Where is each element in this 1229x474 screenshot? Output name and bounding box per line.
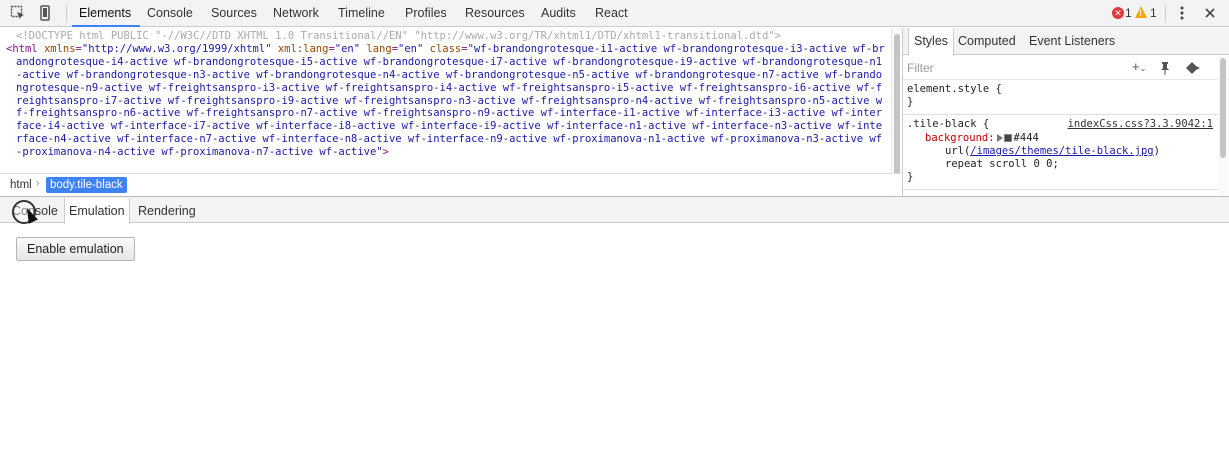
expand-triangle-icon[interactable] — [996, 134, 1003, 142]
chevron-right-icon: › — [36, 178, 40, 189]
breadcrumb-body[interactable]: body.tile-black — [46, 177, 127, 193]
html-tag-close: > — [382, 146, 389, 159]
attr-xmlns-value: "http://www.w3.org/1999/xhtml" — [81, 42, 272, 55]
background-declaration[interactable]: background: #444 — [925, 132, 1039, 145]
elements-scrollbar-thumb[interactable] — [894, 34, 900, 184]
tab-event-listeners[interactable]: Event Listeners — [1024, 28, 1120, 55]
tab-styles[interactable]: Styles — [908, 28, 955, 56]
doctype-node[interactable]: <!DOCTYPE html PUBLIC "-//W3C//DTD XHTML… — [6, 30, 888, 43]
more-options-icon[interactable] — [1174, 5, 1190, 21]
inspect-element-icon[interactable] — [10, 5, 26, 21]
pin-icon[interactable] — [1159, 58, 1171, 76]
new-style-rule-icon[interactable]: +⌄ — [1132, 58, 1146, 76]
dom-tree-code: <!DOCTYPE html PUBLIC "-//W3C//DTD XHTML… — [6, 30, 888, 159]
devtools-toolbar: Elements Console Sources Network Timelin… — [0, 0, 1229, 27]
styles-scrollbar[interactable] — [1218, 56, 1228, 196]
breadcrumb-html[interactable]: html — [6, 177, 36, 193]
enable-emulation-button[interactable]: Enable emulation — [16, 237, 135, 261]
error-icon[interactable]: ✕ — [1112, 7, 1124, 19]
background-image-link[interactable]: /images/themes/tile-black.jpg — [970, 145, 1153, 157]
color-swatch[interactable] — [1003, 134, 1012, 142]
tab-audits[interactable]: Audits — [541, 0, 576, 27]
tab-resources[interactable]: Resources — [465, 0, 525, 27]
attr-xmlns-name: xmlns — [43, 42, 76, 55]
tile-black-close: } — [907, 171, 914, 183]
attr-lang-value: "en" — [398, 42, 424, 55]
styles-sidebar: Styles Computed Event Listeners +⌄ eleme… — [902, 28, 1229, 196]
emulation-panel: Enable emulation — [0, 224, 1229, 474]
tab-console[interactable]: Console — [147, 0, 193, 27]
warning-count[interactable]: 1 — [1150, 0, 1157, 27]
warning-icon-mark: ! — [1139, 8, 1142, 18]
element-style-selector[interactable]: element.style { — [907, 83, 1002, 96]
tab-sources[interactable]: Sources — [211, 0, 257, 27]
sidebar-tabs: Styles Computed Event Listeners — [903, 28, 1229, 56]
drawer-tabs: Console Emulation Rendering — [0, 196, 1229, 225]
background-repeat-value: repeat scroll 0 0; — [945, 158, 1059, 170]
tab-elements[interactable]: Elements — [79, 0, 131, 27]
toolbar-separator — [66, 5, 67, 22]
drawer-tab-rendering[interactable]: Rendering — [134, 198, 200, 224]
tab-computed[interactable]: Computed — [953, 28, 1021, 55]
toggle-element-state-icon[interactable] — [1185, 58, 1201, 76]
breadcrumb: html › body.tile-black — [0, 173, 901, 195]
html-node[interactable]: <html xmlns="http://www.w3.org/1999/xhtm… — [6, 43, 888, 159]
tab-profiles[interactable]: Profiles — [405, 0, 447, 27]
url-suffix: ) — [1153, 145, 1160, 157]
toolbar-separator-right — [1165, 5, 1166, 22]
styles-filter-input[interactable] — [907, 60, 1107, 76]
tab-react[interactable]: React — [595, 0, 628, 27]
url-prefix: url( — [945, 145, 971, 157]
drawer-tab-emulation[interactable]: Emulation — [64, 198, 130, 225]
elements-scrollbar[interactable] — [891, 28, 901, 196]
attr-class-name: class — [429, 42, 462, 55]
attr-lang-name: lang — [366, 42, 392, 55]
rule-divider — [903, 189, 1221, 190]
tab-timeline[interactable]: Timeline — [338, 0, 385, 27]
attr-xmllang-name: xml:lang — [277, 42, 329, 55]
elements-tree[interactable]: <!DOCTYPE html PUBLIC "-//W3C//DTD XHTML… — [0, 28, 891, 173]
stylesheet-source-link[interactable]: indexCss.css?3.3.9042:1 — [1068, 118, 1213, 130]
background-url-line: url(/images/themes/tile-black.jpg) — [945, 145, 1160, 158]
background-color-value: #444 — [1013, 132, 1039, 144]
tab-network[interactable]: Network — [273, 0, 319, 27]
attr-class-value: "wf-brandongrotesque-i1-active wf-brando… — [16, 42, 885, 159]
active-tab-indicator — [72, 25, 140, 27]
error-count[interactable]: 1 — [1125, 0, 1132, 27]
device-mode-icon[interactable] — [37, 5, 53, 21]
rule-divider — [903, 114, 1221, 115]
styles-scrollbar-thumb[interactable] — [1220, 58, 1226, 158]
tile-black-selector[interactable]: .tile-black { — [907, 118, 989, 131]
attr-xmllang-value: "en" — [334, 42, 361, 55]
close-icon[interactable] — [1202, 5, 1218, 21]
element-style-close: } — [907, 96, 914, 108]
filter-row — [903, 56, 1229, 80]
html-tag-open: <html — [6, 42, 38, 55]
background-property: background: — [925, 132, 995, 144]
